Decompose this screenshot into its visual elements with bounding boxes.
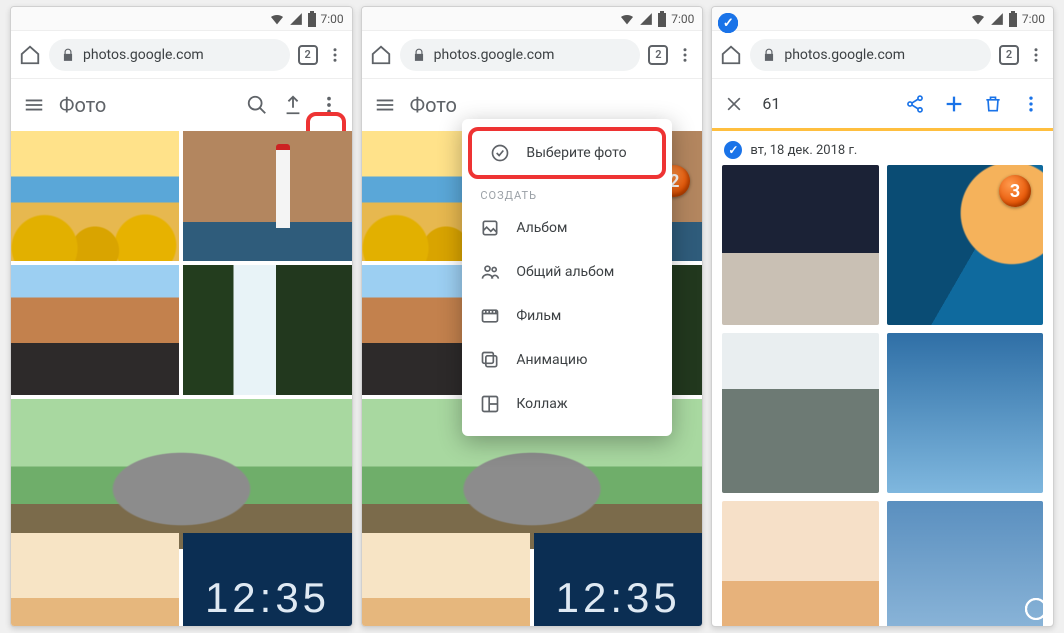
photo-thumbnail-selected[interactable]: [722, 333, 878, 493]
lock-icon: [762, 48, 776, 62]
overflow-menu-icon[interactable]: [1021, 94, 1041, 114]
browser-toolbar: photos.google.com 2: [362, 31, 703, 79]
wifi-icon: [619, 11, 635, 27]
photo-thumbnail[interactable]: [11, 265, 179, 395]
home-icon[interactable]: [370, 44, 392, 66]
trash-icon[interactable]: [983, 94, 1003, 114]
battery-icon: [307, 11, 317, 27]
menu-section-create: СОЗДАТЬ: [462, 179, 672, 206]
clock-text: 7:00: [1022, 12, 1045, 26]
photo-thumbnail[interactable]: [11, 131, 179, 261]
wifi-icon: [970, 11, 986, 27]
shared-album-icon: [480, 262, 500, 282]
check-circle-icon: [490, 143, 510, 163]
photo-thumbnail[interactable]: [183, 533, 351, 626]
url-text: photos.google.com: [83, 47, 204, 63]
photo-thumbnail[interactable]: [11, 533, 179, 626]
photos-app-bar: Фото: [11, 79, 352, 131]
date-group-header[interactable]: ✓ вт, 18 дек. 2018 г.: [712, 131, 1053, 165]
menu-label: Коллаж: [516, 396, 567, 412]
hamburger-icon[interactable]: [23, 94, 45, 116]
photo-thumbnail[interactable]: [362, 533, 530, 626]
signal-icon: [289, 12, 303, 26]
photo-thumbnail-selected[interactable]: [722, 165, 878, 325]
menu-item-album[interactable]: Альбом: [462, 206, 672, 250]
browser-menu-icon[interactable]: [326, 46, 344, 64]
select-all-checkbox[interactable]: ✓: [724, 141, 742, 159]
browser-toolbar: photos.google.com 2: [712, 31, 1053, 79]
photo-thumbnail[interactable]: [183, 265, 351, 395]
menu-label: Анимацию: [516, 352, 587, 368]
share-icon[interactable]: [905, 94, 925, 114]
page-title: Фото: [410, 93, 691, 117]
photo-thumbnail-selected[interactable]: [887, 501, 1043, 626]
home-icon[interactable]: [19, 44, 41, 66]
menu-item-shared-album[interactable]: Общий альбом: [462, 250, 672, 294]
screenshot-2: 7:00 photos.google.com 2 Фото Выберите ф…: [361, 6, 704, 627]
add-icon[interactable]: [943, 93, 965, 115]
selection-grid: [712, 165, 1053, 626]
browser-menu-icon[interactable]: [1027, 46, 1045, 64]
selection-action-bar: 61: [712, 79, 1053, 131]
search-icon[interactable]: [246, 94, 268, 116]
menu-item-select-photos[interactable]: Выберите фото: [468, 127, 666, 179]
menu-label: Общий альбом: [516, 264, 614, 280]
screenshot-1: 7:00 photos.google.com 2 Фото 1: [10, 6, 353, 627]
battery-icon: [1008, 11, 1018, 27]
selection-count: 61: [762, 94, 887, 113]
date-label: вт, 18 дек. 2018 г.: [750, 143, 857, 158]
menu-label: Альбом: [516, 220, 567, 236]
page-title: Фото: [59, 93, 232, 117]
menu-item-collage[interactable]: Коллаж: [462, 382, 672, 426]
tab-switcher[interactable]: 2: [999, 45, 1019, 65]
url-text: photos.google.com: [784, 47, 905, 63]
collage-icon: [480, 394, 500, 414]
home-icon[interactable]: [720, 44, 742, 66]
close-icon[interactable]: [724, 94, 744, 114]
clock-text: 7:00: [671, 12, 694, 26]
signal-icon: [639, 12, 653, 26]
photo-thumbnail[interactable]: [11, 399, 352, 549]
photo-grid: [11, 131, 352, 626]
browser-toolbar: photos.google.com 2: [11, 31, 352, 79]
url-text: photos.google.com: [434, 47, 555, 63]
clock-text: 7:00: [321, 12, 344, 26]
photo-thumbnail[interactable]: [183, 131, 351, 261]
photo-thumbnail-selected[interactable]: [887, 333, 1043, 493]
address-bar[interactable]: photos.google.com: [750, 39, 991, 71]
tab-switcher[interactable]: 2: [648, 45, 668, 65]
step-badge-3: 3: [999, 175, 1031, 207]
android-status-bar: 7:00: [362, 7, 703, 31]
address-bar[interactable]: photos.google.com: [400, 39, 641, 71]
menu-item-animation[interactable]: Анимацию: [462, 338, 672, 382]
address-bar[interactable]: photos.google.com: [49, 39, 290, 71]
album-icon: [480, 218, 500, 238]
wifi-icon: [269, 11, 285, 27]
battery-icon: [657, 11, 667, 27]
overflow-menu: Выберите фото СОЗДАТЬ Альбом Общий альбо…: [462, 119, 672, 436]
menu-item-movie[interactable]: Фильм: [462, 294, 672, 338]
photo-thumbnail[interactable]: [534, 533, 702, 626]
signal-icon: [990, 12, 1004, 26]
android-status-bar: 7:00: [11, 7, 352, 31]
photo-thumbnail-selected[interactable]: [722, 501, 878, 626]
movie-icon: [480, 306, 500, 326]
android-status-bar: 7:00: [712, 7, 1053, 31]
menu-label: Выберите фото: [526, 145, 626, 161]
animation-icon: [480, 350, 500, 370]
lock-icon: [61, 48, 75, 62]
overflow-menu-icon[interactable]: [318, 94, 340, 116]
lock-icon: [412, 48, 426, 62]
tab-switcher[interactable]: 2: [298, 45, 318, 65]
browser-menu-icon[interactable]: [676, 46, 694, 64]
hamburger-icon[interactable]: [374, 94, 396, 116]
upload-icon[interactable]: [282, 94, 304, 116]
screenshot-3: 7:00 photos.google.com 2 61 ✓ вт, 18 дек…: [711, 6, 1054, 627]
menu-label: Фильм: [516, 308, 561, 324]
